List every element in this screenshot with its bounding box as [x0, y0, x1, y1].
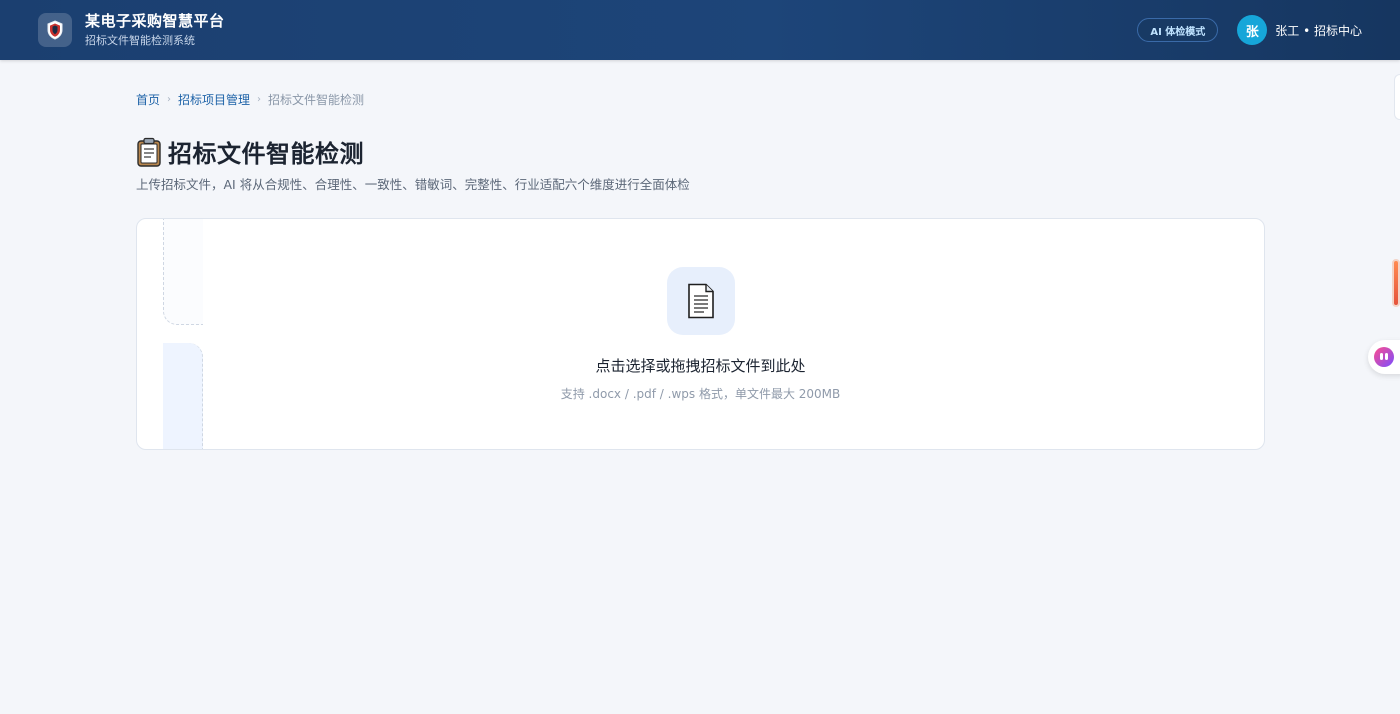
app-subtitle: 招标文件智能检测系统 [85, 34, 195, 47]
user-label[interactable]: 张工 • 招标中心 [1275, 22, 1362, 39]
side-drawer-tab[interactable] [1394, 74, 1400, 120]
upload-main-text: 点击选择或拖拽招标文件到此处 [595, 357, 806, 375]
app-title: 某电子采购智慧平台 [85, 12, 225, 30]
avatar[interactable]: 张 [1237, 15, 1268, 45]
page-description: 上传招标文件，AI 将从合规性、合理性、一致性、错敏词、完整性、行业适配六个维度… [136, 177, 690, 192]
breadcrumb-current: 招标文件智能检测 [268, 93, 365, 107]
breadcrumb: 首页 › 招标项目管理 › 招标文件智能检测 [136, 91, 364, 108]
shield-icon [47, 20, 63, 40]
decorative-tab [163, 219, 203, 325]
robot-icon [1374, 347, 1394, 367]
header-right: AI 体检模式 张 张工 • 招标中心 [1137, 15, 1362, 45]
chevron-right-icon: › [257, 94, 262, 105]
upload-dropzone[interactable]: 点击选择或拖拽招标文件到此处 支持 .docx / .pdf / .wps 格式… [136, 218, 1265, 450]
breadcrumb-home[interactable]: 首页 [136, 91, 160, 108]
top-header: 某电子采购智慧平台 招标文件智能检测系统 AI 体检模式 张 张工 • 招标中心 [0, 0, 1400, 60]
document-icon [688, 283, 714, 319]
clipboard-icon [137, 137, 161, 167]
page-title: 招标文件智能检测 [136, 134, 364, 169]
upload-icon-box [667, 267, 735, 335]
brand: 某电子采购智慧平台 招标文件智能检测系统 [85, 11, 225, 49]
side-handle[interactable] [1392, 259, 1400, 307]
app-logo[interactable] [38, 13, 72, 47]
ai-mode-badge[interactable]: AI 体检模式 [1137, 18, 1219, 42]
page-title-text: 招标文件智能检测 [168, 140, 364, 168]
assistant-button[interactable] [1368, 340, 1400, 374]
chevron-right-icon: › [167, 94, 172, 105]
breadcrumb-parent[interactable]: 招标项目管理 [178, 91, 250, 108]
upload-hint: 支持 .docx / .pdf / .wps 格式，单文件最大 200MB [560, 387, 841, 401]
